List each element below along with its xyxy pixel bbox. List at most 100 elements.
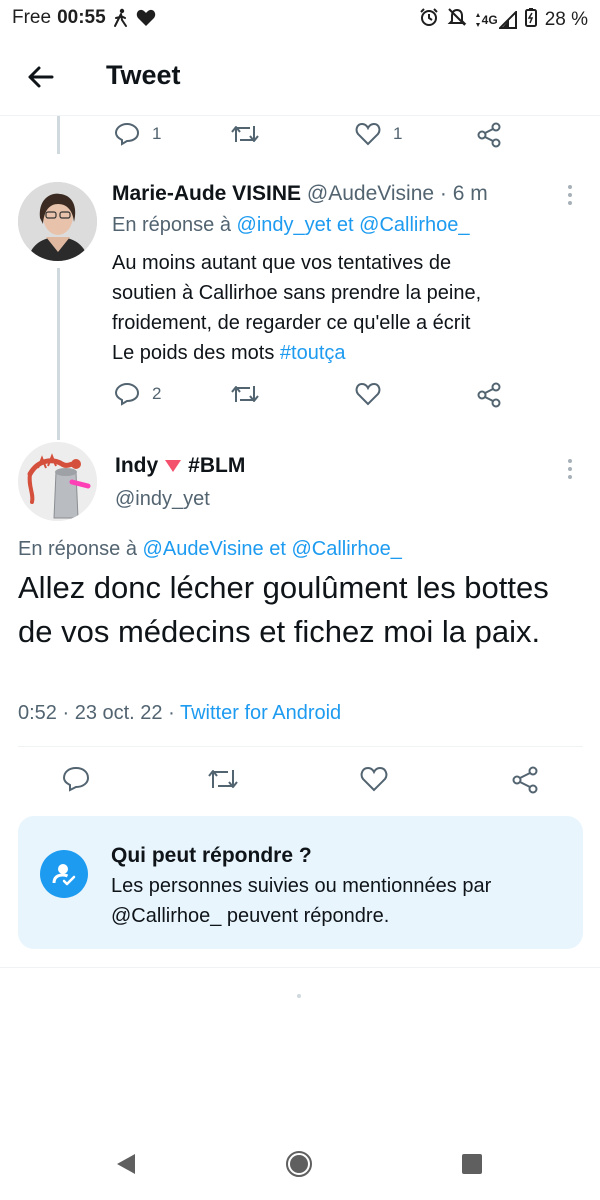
who-can-reply-title: Qui peut répondre ?: [111, 844, 312, 867]
text-line: Le poids des mots #toutça: [112, 338, 582, 368]
mention-link[interactable]: @AudeVisine: [143, 538, 264, 560]
carrier-label: Free: [12, 7, 52, 28]
share-icon: [512, 766, 538, 794]
status-left: Free 00:55: [12, 7, 156, 29]
reply-to-line: En réponse à @AudeVisine et @Callirhoe_: [18, 538, 402, 561]
share-icon: [477, 382, 501, 408]
like-action[interactable]: [360, 766, 388, 792]
nav-back-button[interactable]: [115, 1152, 137, 1181]
status-bar: Free 00:55 4G 28 %: [0, 0, 600, 38]
who-can-reply-description: Les personnes suivies ou mentionnées par…: [111, 875, 492, 927]
author-name[interactable]: Indy: [115, 454, 158, 478]
status-time: 00:55: [57, 7, 106, 28]
tweet-meta: 0:52 · 23 oct. 22 · Twitter for Android: [18, 702, 341, 725]
like-action[interactable]: [355, 382, 381, 406]
reply-action[interactable]: 1: [114, 122, 161, 146]
hashtag-link[interactable]: #toutça: [280, 342, 346, 364]
reply-icon: [114, 122, 140, 146]
main-author: Indy #BLM: [115, 454, 245, 478]
user-photo-icon: [18, 182, 97, 261]
dot-icon: [568, 467, 572, 471]
like-count: 1: [393, 124, 403, 143]
battery-percentage: 28 %: [544, 8, 588, 30]
reply-prefix: En réponse à: [112, 214, 231, 236]
like-action[interactable]: 1: [355, 122, 402, 146]
mention-link[interactable]: @Callirhoe_: [291, 538, 401, 560]
loading-indicator: [297, 994, 301, 998]
reply-to-line: En réponse à @indy_yet et @Callirhoe_: [112, 214, 470, 237]
author-handle[interactable]: @indy_yet: [115, 488, 210, 511]
reply-and: et: [269, 538, 286, 560]
nav-home-button[interactable]: [285, 1150, 313, 1183]
circle-home-icon: [286, 1151, 312, 1177]
reply-action[interactable]: [62, 766, 90, 792]
retweet-icon: [231, 386, 259, 402]
tweet-timestamp[interactable]: 0:52 · 23 oct. 22: [18, 702, 163, 724]
tweet-source-link[interactable]: Twitter for Android: [180, 702, 341, 724]
heart-icon: [355, 122, 381, 146]
author-name[interactable]: Marie-Aude VISINE: [112, 182, 301, 205]
retweet-icon: [208, 770, 238, 788]
who-can-reply-card: Qui peut répondre ? Les personnes suivie…: [18, 816, 583, 949]
person-check-icon: [40, 850, 88, 898]
dot-icon: [568, 201, 572, 205]
app-header: Tweet: [0, 38, 600, 116]
parent-tweet-actions: 1 1: [0, 118, 600, 154]
status-right: 4G 28 %: [419, 7, 588, 32]
author-tag: #BLM: [188, 454, 246, 477]
battery-icon: [524, 7, 537, 32]
avatar-marie-aude[interactable]: [18, 182, 97, 261]
text-line: soutien à Callirhoe sans prendre la pein…: [112, 282, 482, 304]
mention-link[interactable]: @Callirhoe_: [359, 214, 469, 236]
reply-count: 2: [152, 384, 162, 403]
share-action[interactable]: [476, 122, 502, 148]
retweet-icon: [231, 126, 259, 142]
time-ago: 6 m: [452, 182, 488, 205]
reply-action[interactable]: 2: [114, 382, 161, 406]
thread-line-bottom: [57, 268, 60, 440]
reply-tweet-header: Marie-Aude VISINE @AudeVisine · 6 m: [112, 182, 488, 206]
reply-tweet-actions: 2: [0, 378, 600, 414]
text-line: froidement, de regarder ce qu'elle a écr…: [112, 312, 471, 334]
separator-dot: ·: [439, 182, 447, 205]
heart-icon: [360, 766, 388, 792]
dragon-illustration-icon: [18, 442, 97, 521]
divider: [0, 967, 600, 968]
triangle-back-icon: [117, 1154, 135, 1174]
cell-signal-icon: [498, 10, 517, 29]
retweet-action[interactable]: [207, 766, 239, 792]
share-action[interactable]: [511, 766, 539, 794]
network-type: 4G: [481, 12, 498, 27]
more-options-button[interactable]: [560, 182, 580, 208]
author-handle[interactable]: @AudeVisine: [307, 182, 434, 205]
dot-icon: [568, 459, 572, 463]
heart-icon: [355, 382, 381, 406]
arrow-left-icon: [28, 66, 54, 88]
page-title: Tweet: [106, 60, 181, 90]
system-nav-bar: [0, 1130, 600, 1200]
notifications-off-icon: [447, 7, 467, 32]
retweet-action[interactable]: [230, 382, 260, 406]
text-line-part: Le poids des mots: [112, 342, 275, 364]
share-icon: [477, 122, 501, 148]
divider: [18, 746, 583, 747]
share-action[interactable]: [476, 382, 502, 408]
back-button[interactable]: [24, 60, 58, 94]
avatar-indy[interactable]: [18, 442, 97, 521]
mention-link[interactable]: @indy_yet: [237, 214, 332, 236]
nav-recents-button[interactable]: [461, 1153, 483, 1180]
text-line: Au moins autant que vos tentatives de: [112, 252, 452, 274]
reply-prefix: En réponse à: [18, 538, 137, 560]
main-tweet-actions: [0, 762, 600, 798]
dot-icon: [568, 185, 572, 189]
separator-dot: ·: [168, 702, 175, 724]
more-options-button[interactable]: [560, 456, 580, 482]
dot-icon: [568, 475, 572, 479]
retweet-action[interactable]: [230, 122, 260, 146]
red-triangle-emoji-icon: [165, 460, 182, 472]
reply-and: et: [336, 214, 354, 236]
reply-icon: [114, 382, 140, 406]
data-arrows-icon: [475, 12, 480, 27]
signal-indicator: 4G: [475, 10, 517, 29]
main-tweet-text: Allez donc lécher goulûment les bottes d…: [18, 570, 549, 649]
